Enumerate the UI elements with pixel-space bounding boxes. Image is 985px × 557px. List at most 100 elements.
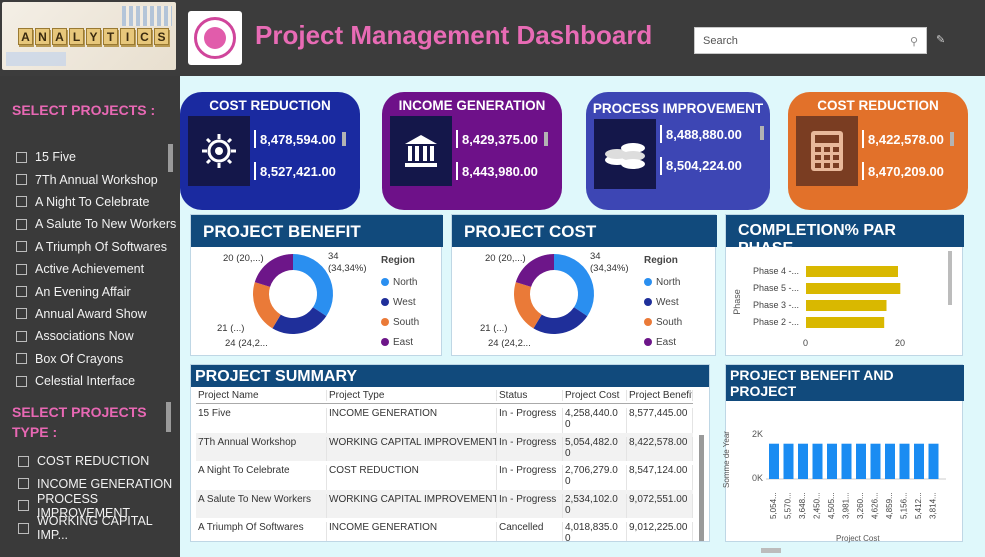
project-option[interactable]: 7Th Annual Workshop (16, 168, 176, 190)
logo-letter-tile: L (69, 28, 84, 45)
project-option[interactable]: Annual Award Show (16, 303, 176, 325)
project-option[interactable]: Active Achievement (16, 258, 176, 280)
brand-logo (188, 11, 242, 65)
table-row[interactable]: A Salute To New Workers WORKING CAPITAL I… (196, 489, 693, 518)
checkbox[interactable] (18, 500, 29, 512)
legend-dot (644, 338, 652, 346)
cell-wrap-text: 0 (565, 447, 571, 459)
checkbox[interactable] (16, 330, 27, 342)
kpi-value-secondary: 8,527,421.00 (260, 164, 336, 179)
project-option[interactable]: Associations Now (16, 325, 176, 347)
phase-bar[interactable] (806, 266, 898, 277)
phase-bar[interactable] (806, 300, 887, 311)
benefit-cost-bar[interactable] (885, 443, 895, 479)
checkbox[interactable] (18, 478, 29, 490)
benefit-cost-scrollbar[interactable] (761, 548, 781, 553)
checkbox[interactable] (16, 263, 27, 275)
checkbox[interactable] (16, 196, 27, 208)
project-option[interactable]: A Night To Celebrate (16, 191, 176, 213)
donut-slice-west[interactable] (533, 307, 588, 334)
checkbox[interactable] (18, 455, 29, 467)
kpi-separator (862, 130, 864, 148)
legend-item[interactable]: North (644, 272, 682, 292)
benefit-cost-bar[interactable] (856, 443, 866, 479)
benefit-cost-bar[interactable] (798, 443, 808, 479)
checkbox[interactable] (16, 375, 27, 387)
type-option[interactable]: COST REDUCTION (18, 450, 180, 472)
column-header[interactable]: Status (497, 389, 563, 401)
column-header[interactable]: Project Type (327, 389, 497, 401)
column-header[interactable]: Project Cost (563, 389, 627, 401)
legend-item[interactable]: South (644, 312, 682, 332)
project-option[interactable]: A Salute To New Workers (16, 213, 176, 235)
cell-text: A Salute To New Workers (198, 493, 312, 505)
donut-slice-west[interactable] (272, 307, 327, 334)
project-option[interactable]: 15 Five (16, 146, 176, 168)
project-option[interactable]: A Triumph Of Softwares (16, 236, 176, 258)
benefit-cost-ylabel: Somme de Year (721, 431, 731, 488)
benefit-cost-bar[interactable] (827, 443, 837, 479)
checkbox[interactable] (16, 308, 27, 320)
table-row[interactable]: A Night To Celebrate COST REDUCTION In - P… (196, 461, 693, 490)
type-slicer-scrollbar[interactable] (166, 402, 171, 432)
eraser-icon[interactable]: ✎ (936, 33, 945, 46)
table-row[interactable]: A Triumph Of Softwares INCOME GENERATION C… (196, 518, 693, 541)
checkbox[interactable] (16, 174, 27, 186)
project-option[interactable]: Box Of Crayons (16, 348, 176, 370)
cell-text: WORKING CAPITAL IMPROVEMENT (329, 493, 497, 505)
checkbox[interactable] (16, 151, 27, 163)
table-row[interactable]: 7Th Annual Workshop WORKING CAPITAL IMPRO… (196, 432, 693, 461)
kpi-separator (456, 130, 458, 148)
benefit-cost-bar[interactable] (769, 443, 779, 479)
legend-item[interactable]: East (644, 332, 682, 352)
x-tick-label: 3,648... (798, 492, 807, 519)
checkbox[interactable] (16, 218, 27, 230)
legend-item[interactable]: West (381, 292, 419, 312)
benefit-cost-panel: PROJECT BENEFIT AND PROJECT COST Somme d… (721, 364, 964, 553)
benefit-cost-bar[interactable] (914, 443, 924, 479)
project-option[interactable]: Celestial Interface (16, 370, 176, 392)
cell-text: In - Progress (499, 493, 557, 505)
search-input[interactable]: Search ⚲ (694, 27, 927, 54)
phase-label: Phase 3 -... (753, 300, 799, 310)
table-cell: A Triumph Of Softwares (196, 522, 327, 541)
type-option[interactable]: WORKING CAPITAL IMP... (18, 514, 180, 542)
benefit-cost-bar[interactable] (928, 443, 939, 479)
summary-scrollbar[interactable] (699, 435, 704, 541)
legend-item[interactable]: South (381, 312, 419, 332)
checkbox[interactable] (18, 522, 29, 534)
search-icon[interactable]: ⚲ (910, 35, 918, 48)
benefit-cost-bar[interactable] (812, 443, 823, 479)
project-slicer-scrollbar[interactable] (168, 144, 173, 172)
benefit-cost-bar[interactable] (899, 443, 910, 479)
legend-item[interactable]: West (644, 292, 682, 312)
donut-slice-north[interactable] (554, 254, 594, 317)
benefit-cost-bar[interactable] (841, 443, 852, 479)
legend-label: South (393, 316, 420, 328)
project-option-label: Celestial Interface (35, 374, 136, 389)
phase-bar[interactable] (806, 317, 885, 328)
column-header[interactable]: Project Benefit (627, 389, 693, 401)
donut-slice-south[interactable] (253, 282, 281, 329)
kpi-separator (660, 125, 662, 143)
project-option[interactable]: An Evening Affair (16, 280, 176, 302)
cell-text: In - Progress (499, 436, 557, 448)
project-option-label: A Triumph Of Softwares (35, 239, 167, 254)
column-header[interactable]: Project Name (196, 389, 327, 401)
checkbox[interactable] (16, 286, 27, 298)
benefit-cost-bar[interactable] (870, 443, 881, 479)
table-cell: In - Progress (497, 465, 563, 490)
table-row[interactable]: 15 Five INCOME GENERATION In - Progress 4,2… (196, 404, 693, 433)
checkbox[interactable] (16, 353, 27, 365)
search-placeholder: Search (703, 35, 738, 47)
checkbox[interactable] (16, 241, 27, 253)
phase-bar[interactable] (806, 283, 901, 294)
benefit-cost-bar-chart: 2K 0K 5,054... 5,570... 3,648... 2,450... 4,50… (752, 429, 946, 543)
legend-item[interactable]: East (381, 332, 419, 352)
donut-slice-north[interactable] (293, 254, 333, 317)
completion-scrollbar[interactable] (948, 251, 952, 305)
donut-slice-south[interactable] (514, 282, 542, 329)
project-summary-panel: PROJECT SUMMARY Project Name Project Type… (190, 364, 710, 542)
legend-item[interactable]: North (381, 272, 419, 292)
benefit-cost-bar[interactable] (783, 443, 794, 479)
